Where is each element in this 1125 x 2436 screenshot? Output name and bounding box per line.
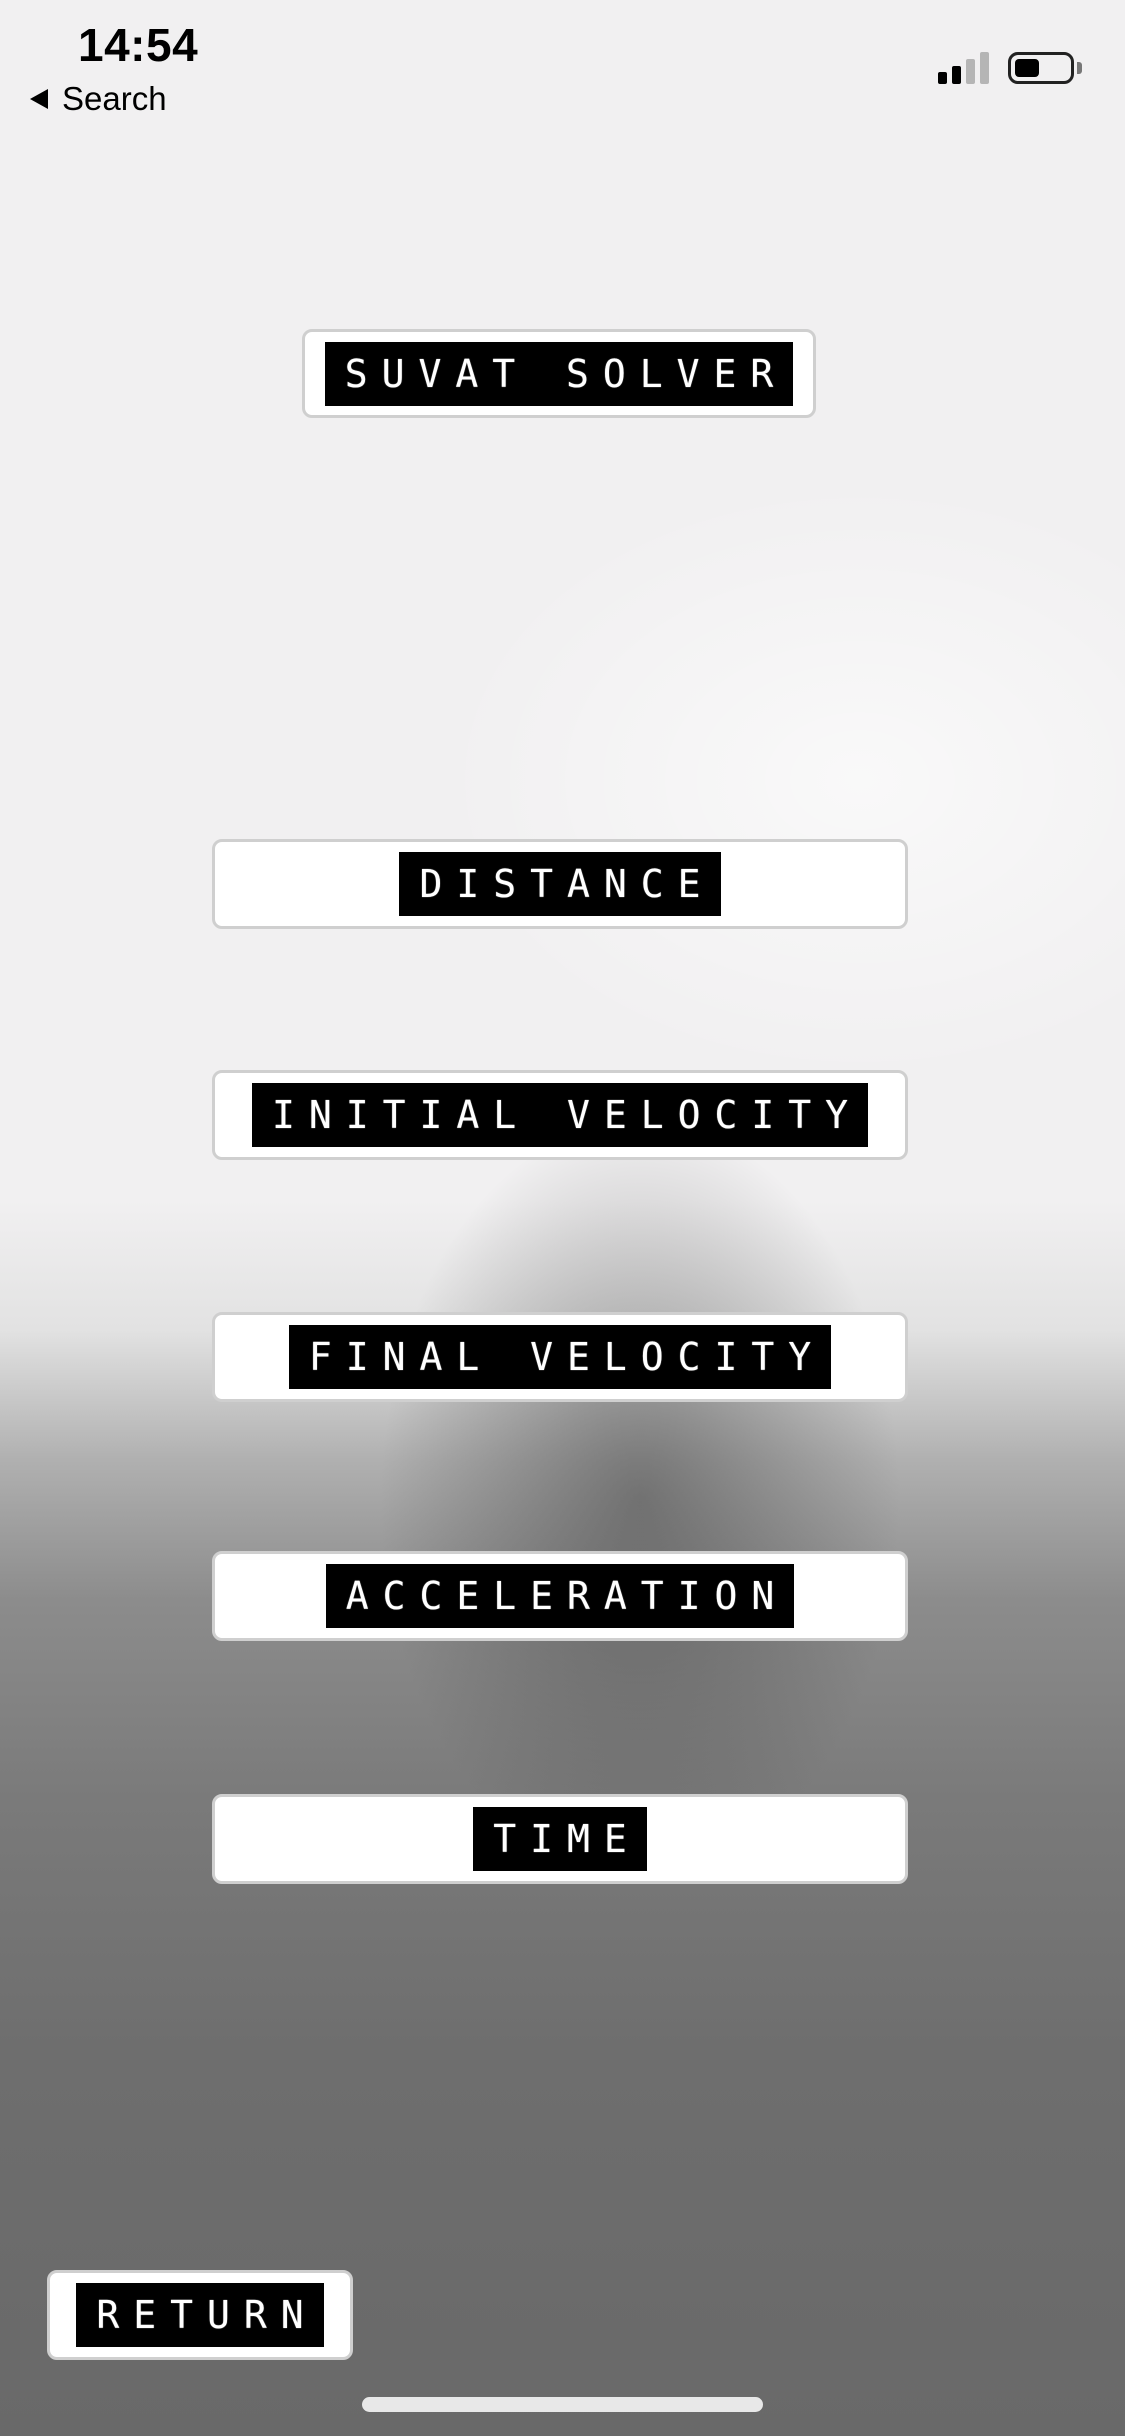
- distance-button[interactable]: DISTANCE: [212, 839, 908, 929]
- acceleration-button-label: ACCELERATION: [325, 1564, 795, 1628]
- initial-velocity-button-label: INITIAL VELOCITY: [251, 1083, 869, 1147]
- acceleration-button[interactable]: ACCELERATION: [212, 1551, 908, 1641]
- signal-bar: [938, 72, 947, 84]
- signal-bar: [966, 59, 975, 84]
- home-indicator[interactable]: [362, 2397, 763, 2412]
- back-link-label: Search: [62, 80, 167, 117]
- final-velocity-button-label: FINAL VELOCITY: [288, 1325, 832, 1389]
- status-time: 14:54: [78, 19, 199, 71]
- signal-bar: [952, 66, 961, 84]
- return-button[interactable]: RETURN: [47, 2270, 353, 2360]
- signal-bar: [980, 52, 989, 84]
- return-button-label: RETURN: [76, 2283, 324, 2347]
- title-label: SUVAT SOLVER: [302, 329, 816, 418]
- time-button-label: TIME: [473, 1807, 647, 1871]
- back-to-search-link[interactable]: Search: [30, 80, 167, 118]
- final-velocity-button[interactable]: FINAL VELOCITY: [212, 1312, 908, 1402]
- cellular-signal-icon: [938, 52, 989, 84]
- time-button[interactable]: TIME: [212, 1794, 908, 1884]
- battery-level: [1015, 59, 1039, 77]
- battery-icon: [1008, 52, 1074, 84]
- back-arrow-icon: [30, 89, 48, 109]
- distance-button-label: DISTANCE: [399, 852, 721, 916]
- page-title: SUVAT SOLVER: [324, 341, 794, 406]
- battery-tip: [1077, 62, 1082, 74]
- initial-velocity-button[interactable]: INITIAL VELOCITY: [212, 1070, 908, 1160]
